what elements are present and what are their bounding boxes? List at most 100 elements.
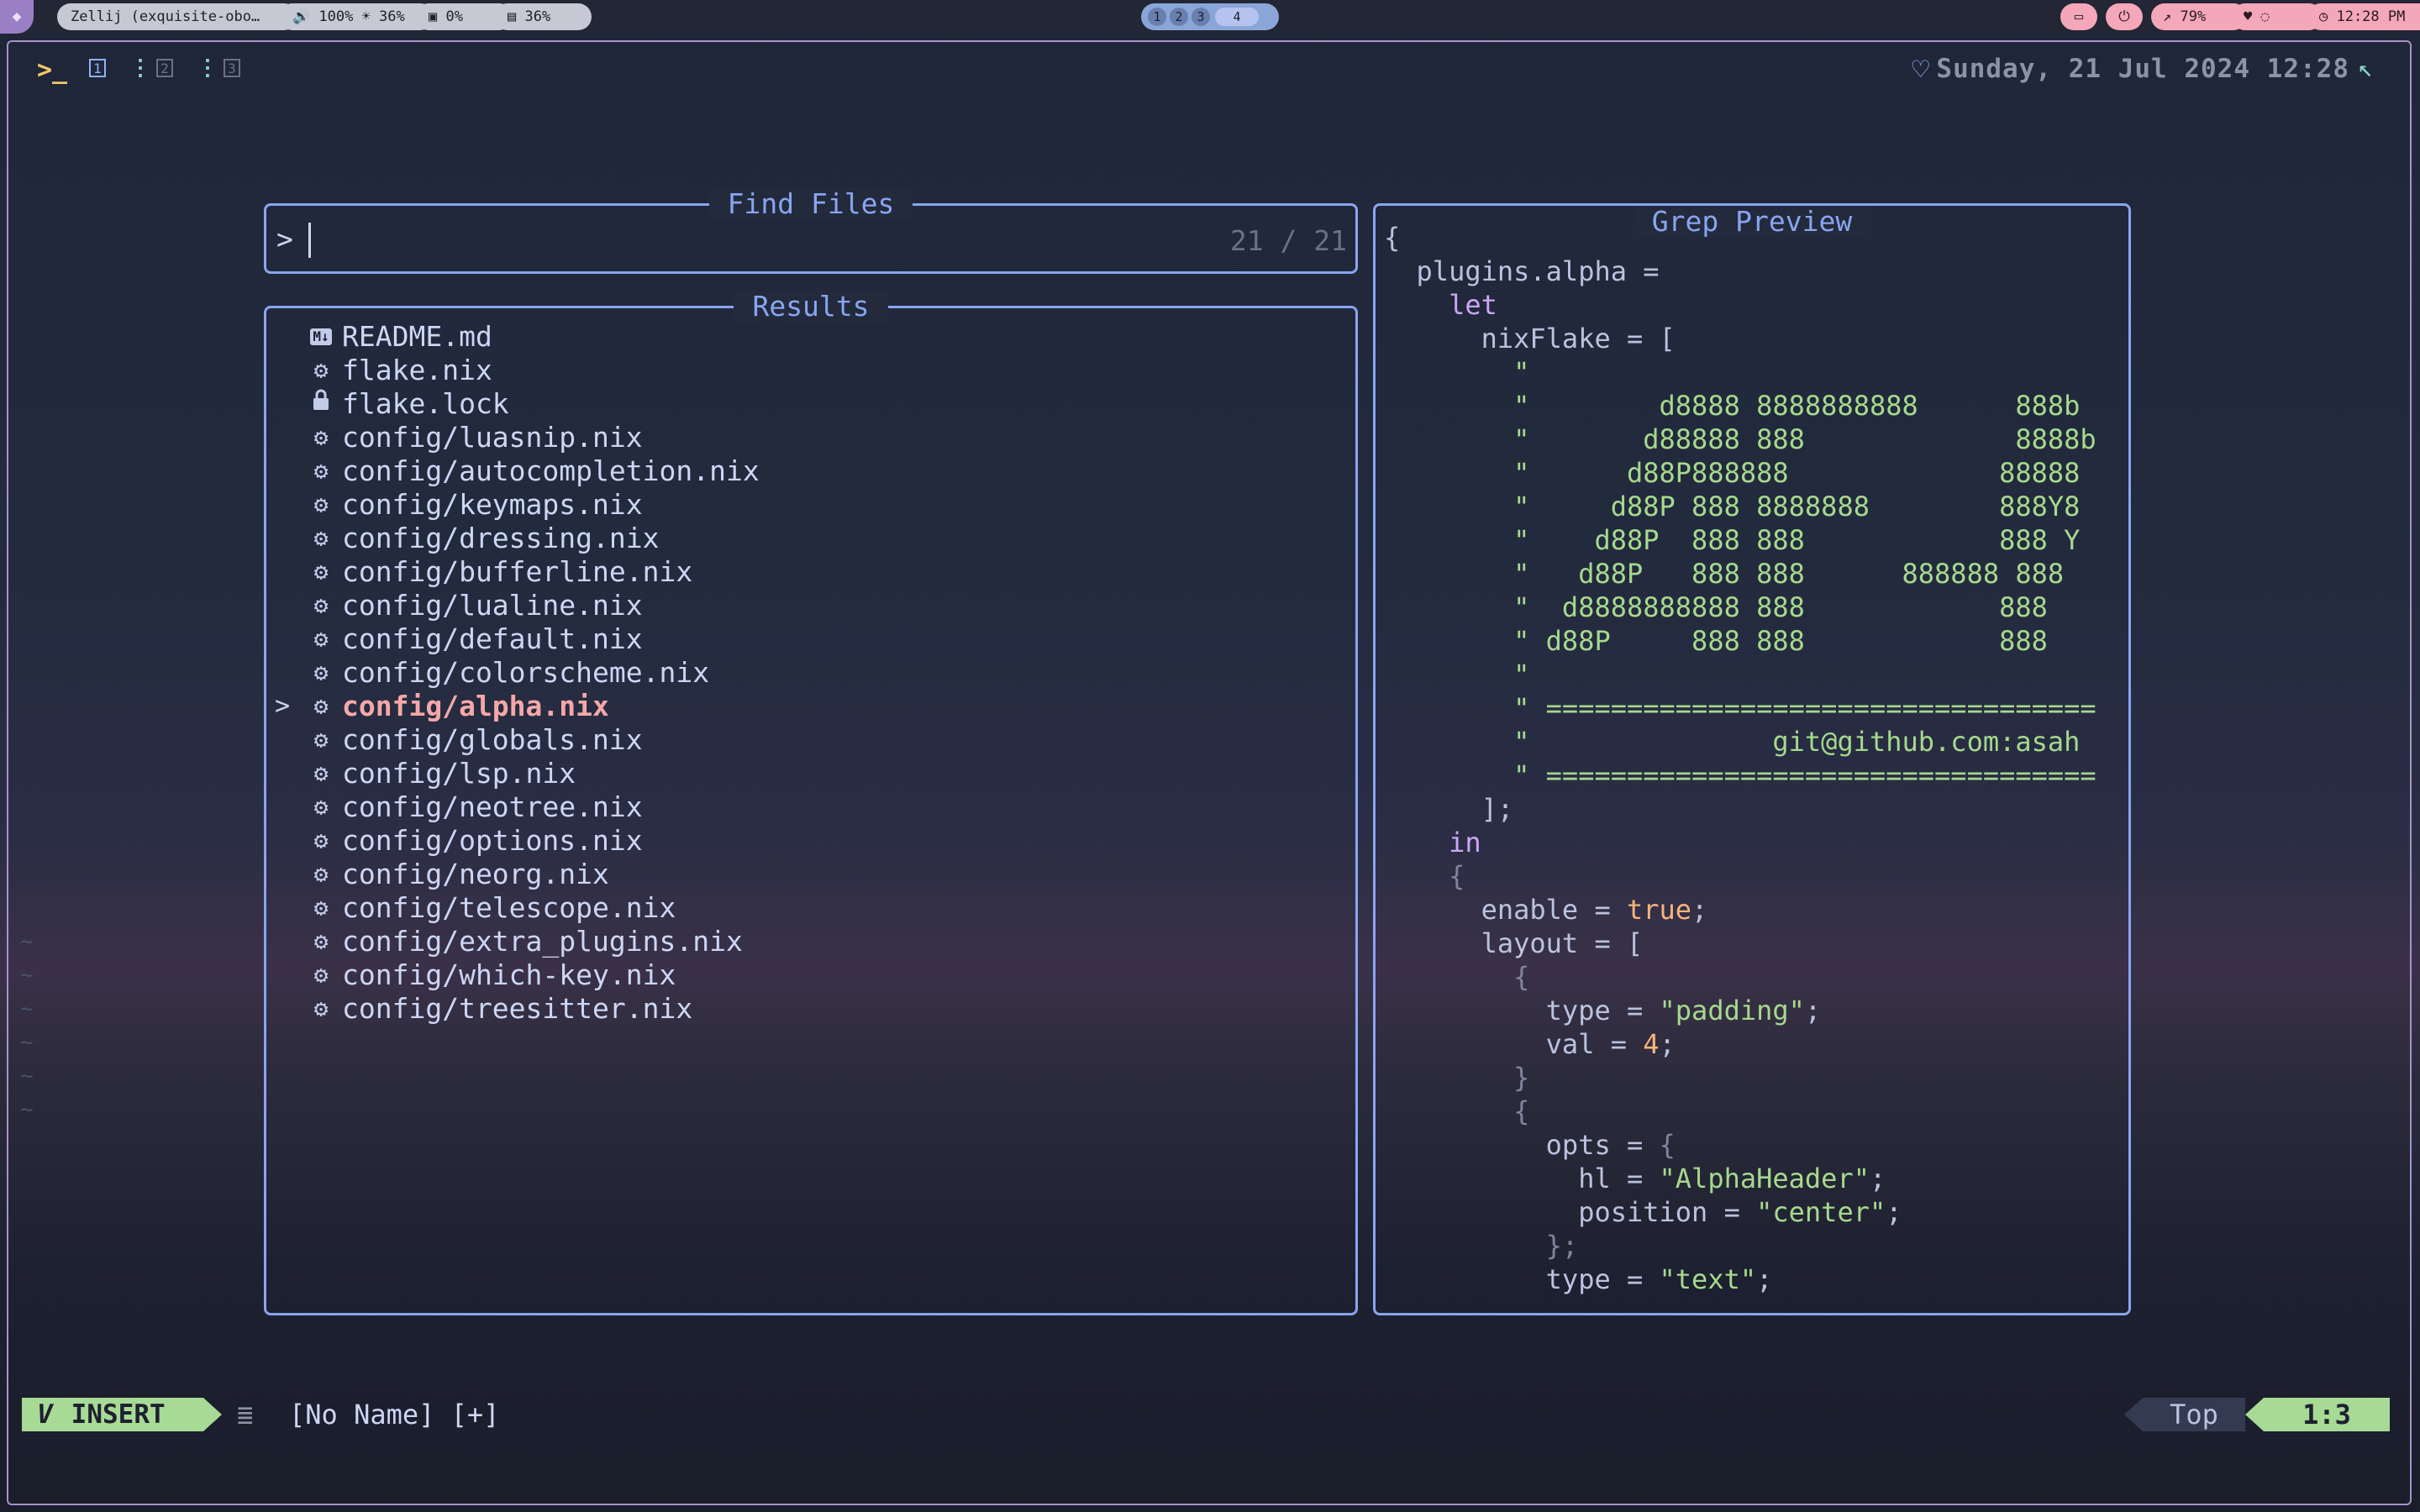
gear-icon: ⚙ [313,659,329,686]
window-title-pill[interactable]: Zellij (exquisite-obo… [57,3,297,30]
preview-title: Grep Preview [1633,206,1871,238]
gear-icon: ⚙ [313,591,329,619]
code-token: val = [1384,1028,1644,1060]
gear-icon: ⚙ [313,625,329,653]
tab-1[interactable]: 1 [89,59,106,77]
result-item[interactable]: ⚙ config/keymaps.nix [266,488,1355,522]
power-icon[interactable]: ⏻ [2106,3,2143,30]
heart-icon: ♡ [1912,53,1929,87]
workspace-4[interactable]: 4 [1215,8,1259,26]
code-line: " d8888 8888888888 888b [1384,389,2080,423]
result-item[interactable]: ⚙ config/dressing.nix [266,522,1355,555]
workspace-1[interactable]: 1 [1148,8,1166,26]
code-token: opts = [1384,1129,1660,1161]
gear-icon: ⚙ [313,894,329,921]
code-token: layout = [ [1384,927,1644,959]
result-item[interactable]: ⚙ config/options.nix [266,824,1355,858]
code-token: " d88P 888 888 888888 888 [1384,558,2065,590]
result-filename: config/extra_plugins.nix [342,925,743,958]
result-item[interactable]: M↓ README.md [266,320,1355,354]
result-filename: config/lualine.nix [342,589,643,622]
tab-3[interactable]: 3 [224,59,240,77]
code-line: " d88P 888 8888888 888Y8 [1384,490,2080,523]
result-item[interactable]: ⚙ config/lualine.nix [266,589,1355,622]
code-token: "center" [1756,1196,1886,1228]
result-item[interactable]: ⚙ config/autocompletion.nix [266,454,1355,488]
result-item[interactable]: ⚙ config/lsp.nix [266,757,1355,790]
result-item[interactable]: ⚙ config/bufferline.nix [266,555,1355,589]
result-item[interactable]: ⚙ config/extra_plugins.nix [266,925,1355,958]
result-item[interactable]: ⚙ config/neorg.nix [266,858,1355,891]
code-line: position = "center"; [1384,1195,1902,1229]
code-line: " d88888 888 8888b [1384,423,2096,456]
code-token: ; [1659,1028,1676,1060]
code-token: plugins.alpha = [1384,255,1660,287]
memory-pill[interactable]: ▤ 36% [494,3,592,30]
empty-line-marker: ~ [20,1097,34,1122]
gear-icon: ⚙ [313,491,329,518]
code-token: let [1384,289,1497,321]
screen-icon[interactable]: ▭ [2060,3,2097,30]
result-item[interactable]: flake.lock [266,387,1355,421]
prompt-title: Find Files [708,187,913,220]
cursor-separator [2245,1398,2264,1431]
result-filename: config/bufferline.nix [342,555,693,588]
result-filename: config/dressing.nix [342,522,660,554]
code-line: " d88P 888 888 888888 888 [1384,557,2064,591]
search-input[interactable] [308,218,1152,261]
result-item[interactable]: ⚙ flake.nix [266,354,1355,387]
tab-separator-icon: ⋮ [129,55,151,81]
gear-icon: ⚙ [313,524,329,552]
code-line: " ================================== [1384,759,2096,792]
code-token: " d88P 888 8888888 888Y8 [1384,491,2081,522]
result-filename: config/keymaps.nix [342,488,643,521]
buffer-name: [No Name] [+] [289,1399,500,1431]
launcher-icon[interactable]: ◆ [0,0,34,34]
code-line: ]; [1384,792,1514,826]
code-token: ; [1804,995,1822,1026]
result-filename: config/alpha.nix [342,690,609,722]
code-token: " [1384,356,1530,388]
find-files-prompt: Find Files > 21 / 21 [264,187,1358,274]
tab-2[interactable]: 2 [156,59,173,77]
results-panel: Results M↓ README.md ⚙ flake.nix flake.lock ⚙… [264,290,1358,1315]
result-item[interactable]: > ⚙ config/alpha.nix [266,690,1355,723]
code-token: " d88P 888 888 888 [1384,625,2048,657]
code-line: type = "padding"; [1384,994,1822,1027]
result-item[interactable]: ⚙ config/globals.nix [266,723,1355,757]
result-item[interactable]: ⚙ config/default.nix [266,622,1355,656]
code-token: position = [1384,1196,1757,1228]
tab-separator-icon: ⋮ [197,55,218,81]
result-item[interactable]: ⚙ config/treesitter.nix [266,992,1355,1026]
code-line: in [1384,826,1481,859]
code-token: " [1384,659,1530,690]
result-item[interactable]: ⚙ config/telescope.nix [266,891,1355,925]
empty-line-marker: ~ [20,1030,34,1055]
result-filename: config/autocompletion.nix [342,454,760,487]
gear-icon: ⚙ [313,927,329,955]
code-token: ]; [1384,793,1514,825]
result-filename: config/options.nix [342,824,643,857]
result-filename: config/telescope.nix [342,891,676,924]
result-item[interactable]: ⚙ config/luasnip.nix [266,421,1355,454]
file-lines-icon: ≣ [237,1399,254,1431]
scroll-position: Top [2143,1398,2245,1431]
result-item[interactable]: ⚙ config/colorscheme.nix [266,656,1355,690]
code-token: " d88888 888 8888b [1384,423,2096,455]
workspace-3[interactable]: 3 [1192,8,1210,26]
code-line: plugins.alpha = [1384,255,1660,288]
result-item[interactable]: ⚙ config/which-key.nix [266,958,1355,992]
code-line: hl = "AlphaHeader"; [1384,1162,1886,1195]
result-item[interactable]: ⚙ config/neotree.nix [266,790,1355,824]
workspace-2[interactable]: 2 [1170,8,1188,26]
terminal-prompt-icon: >_ [37,55,68,85]
volume-brightness-pill[interactable]: 🔊 100% ☀ 36% [279,3,434,30]
code-line: " d8888888888 888 888 [1384,591,2048,624]
gear-icon: ⚙ [313,759,329,787]
code-token: }; [1384,1230,1579,1262]
mode-indicator: V INSERT [22,1398,203,1431]
code-token: ; [1691,894,1708,926]
clock[interactable]: ◷ 12:28 PM [2307,3,2420,30]
markdown-icon: M↓ [308,320,334,354]
code-line: " d88P888888 88888 [1384,456,2080,490]
